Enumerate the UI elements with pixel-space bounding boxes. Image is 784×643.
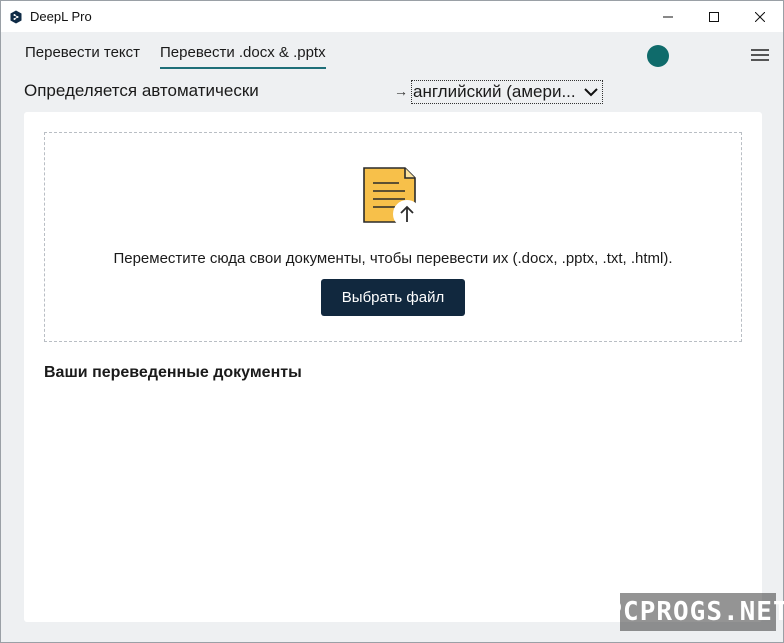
choose-file-button[interactable]: Выбрать файл — [321, 279, 465, 316]
source-language[interactable]: Определяется автоматически — [24, 81, 259, 101]
file-dropzone[interactable]: Переместите сюда свои документы, чтобы п… — [44, 132, 742, 342]
translated-documents-heading: Ваши переведенные документы — [44, 364, 302, 381]
window-title: DeepL Pro — [30, 9, 92, 24]
document-panel: Переместите сюда свои документы, чтобы п… — [24, 112, 762, 622]
document-upload-icon — [363, 167, 421, 228]
hamburger-menu-icon[interactable] — [750, 47, 770, 63]
tab-translate-text[interactable]: Перевести текст — [25, 44, 140, 69]
chevron-down-icon — [583, 87, 598, 96]
deepl-logo-icon — [10, 10, 22, 23]
watermark: PCPROGS.NET — [606, 593, 784, 631]
maximize-button[interactable] — [691, 1, 737, 32]
dropzone-instructions: Переместите сюда свои документы, чтобы п… — [113, 250, 673, 267]
minimize-icon — [663, 16, 673, 17]
target-language-label: английский (амери... — [413, 82, 576, 101]
app-window: DeepL Pro Перевести текст Перевести .doc… — [0, 0, 784, 643]
maximize-icon — [709, 11, 719, 22]
minimize-button[interactable] — [645, 1, 691, 32]
tab-bar: Перевести текст Перевести .docx & .pptx — [25, 44, 326, 69]
target-language-select[interactable]: английский (амери... — [411, 80, 603, 104]
title-bar: DeepL Pro — [1, 1, 783, 32]
close-icon — [755, 11, 765, 22]
window-controls — [645, 1, 783, 32]
language-arrow: → — [394, 83, 408, 99]
close-button[interactable] — [737, 1, 783, 32]
avatar[interactable] — [647, 45, 669, 67]
tab-translate-documents[interactable]: Перевести .docx & .pptx — [160, 44, 326, 69]
